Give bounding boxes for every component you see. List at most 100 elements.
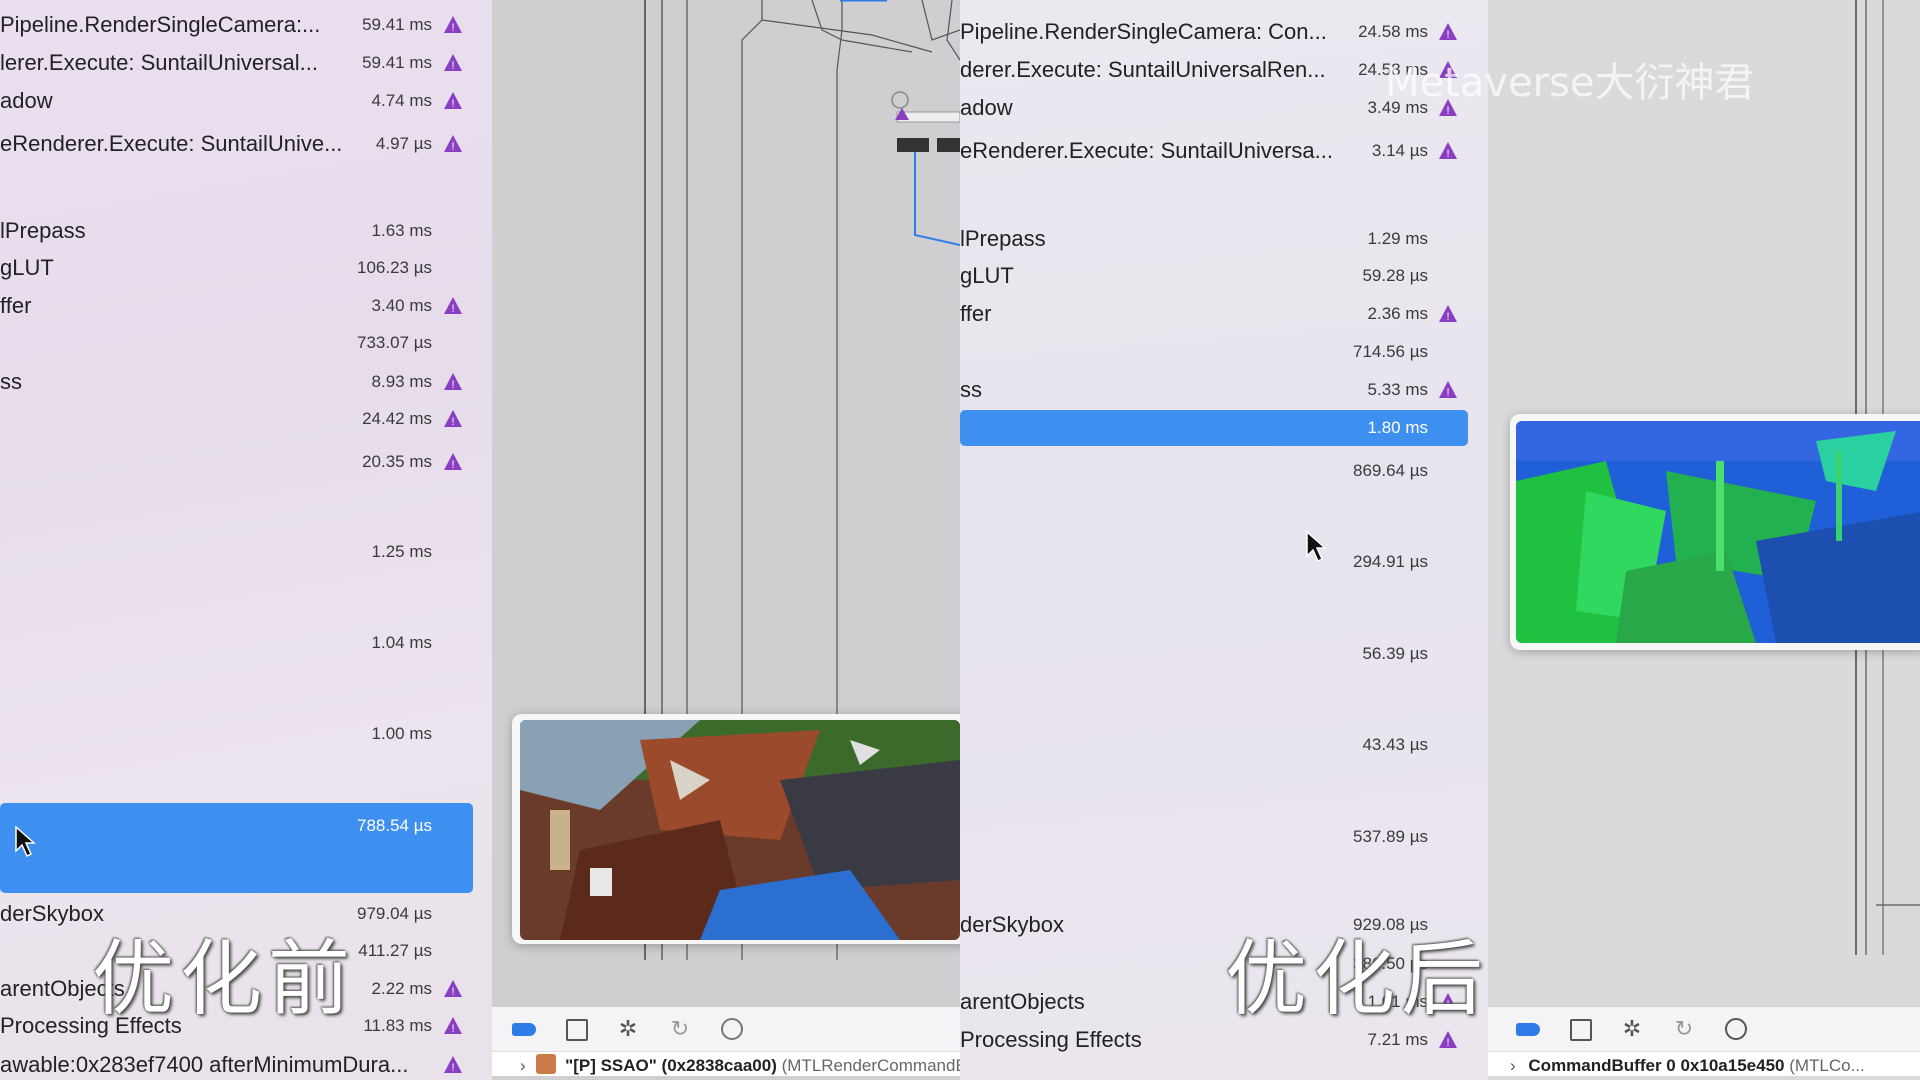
row-duration: 2.36 ms (1367, 304, 1428, 323)
row-duration: 59.41 ms (362, 15, 432, 34)
list-row[interactable]: eRenderer.Execute: SuntailUnive... 4.97 µ… (0, 129, 492, 159)
row-duration: 56.39 µs (1362, 644, 1428, 663)
row-duration: 11.83 ms (363, 1016, 432, 1035)
square-icon[interactable] (564, 1017, 588, 1041)
row-name: Pipeline.RenderSingleCamera:... (0, 12, 321, 37)
row-duration: 537.89 µs (1352, 827, 1428, 846)
command-buffer-row[interactable]: › CommandBuffer 0 0x10a15e450 (MTLCo... (1488, 1051, 1920, 1076)
list-row[interactable]: 1.00 ms (0, 719, 492, 749)
dependency-graph-canvas[interactable] (492, 0, 960, 1080)
svg-text:!: ! (451, 416, 454, 428)
list-row[interactable]: 24.42 ms! (0, 404, 492, 434)
warning-triangle-icon: ! (444, 16, 462, 34)
warning-triangle-icon: ! (444, 453, 462, 471)
list-row[interactable]: 294.91 µs (960, 547, 1488, 577)
list-row[interactable]: awable:0x283ef7400 afterMinimumDura...! (0, 1050, 492, 1080)
svg-text:!: ! (451, 141, 454, 153)
row-duration: 5.33 ms (1367, 380, 1428, 399)
square-icon[interactable] (1568, 1017, 1592, 1041)
list-row[interactable]: 788.54 µs (0, 811, 492, 841)
warning-triangle-icon: ! (444, 135, 462, 153)
list-row[interactable]: ss 5.33 ms! (960, 375, 1488, 405)
list-row[interactable]: ss 8.93 ms! (0, 367, 492, 397)
list-row[interactable]: 43.43 µs (960, 730, 1488, 760)
row-duration: 294.91 µs (1352, 552, 1428, 571)
encoder-row[interactable]: › "[P] SSAO" (0x2838caa00) (MTLRenderCom… (492, 1051, 960, 1076)
row-name: derSkybox (0, 901, 104, 926)
list-row[interactable]: 56.39 µs (960, 639, 1488, 669)
bug-icon[interactable]: ✲ (1620, 1017, 1644, 1041)
row-duration: 3.40 ms (371, 296, 432, 315)
svg-text:!: ! (451, 459, 454, 471)
list-row[interactable]: Pipeline.RenderSingleCamera: Con... 24.58… (960, 17, 1488, 47)
list-row[interactable]: lPrepass 1.63 ms (0, 216, 492, 246)
tag-icon[interactable] (512, 1017, 536, 1041)
render-target-preview-before (512, 714, 960, 944)
warning-triangle-icon: ! (1439, 305, 1457, 323)
row-name: eRenderer.Execute: SuntailUniversa... (960, 138, 1333, 163)
list-row[interactable]: adow 4.74 ms! (0, 86, 492, 116)
warning-triangle-icon: ! (1439, 381, 1457, 399)
far-dependency-canvas[interactable]: ✲ ↻ › CommandBuffer 0 0x10a15e450 (MTLCo… (1488, 0, 1920, 1080)
row-duration: 43.43 µs (1362, 735, 1428, 754)
row-name: ss (960, 377, 982, 402)
row-duration: 4.74 ms (371, 91, 432, 110)
list-row[interactable]: 714.56 µs (960, 337, 1488, 367)
svg-text:!: ! (1446, 1037, 1449, 1049)
list-row[interactable]: 1.25 ms (0, 537, 492, 567)
list-row[interactable]: 537.89 µs (960, 822, 1488, 852)
list-row[interactable]: ffer 3.40 ms! (0, 291, 492, 321)
list-row[interactable]: 733.07 µs (0, 328, 492, 358)
svg-text:!: ! (1446, 311, 1449, 323)
caption-before: 优化前 (92, 932, 357, 1027)
command-buffer-type: (MTLCo... (1789, 1056, 1865, 1075)
refresh-icon[interactable]: ↻ (1672, 1017, 1696, 1041)
svg-text:!: ! (1446, 148, 1449, 160)
list-row[interactable]: lerer.Execute: SuntailUniversal... 59.41 … (0, 48, 492, 78)
row-duration: 59.41 ms (362, 53, 432, 72)
list-row[interactable]: Pipeline.RenderSingleCamera:... 59.41 ms! (0, 10, 492, 40)
svg-text:!: ! (1446, 29, 1449, 41)
list-row[interactable]: gLUT 59.28 µs (960, 261, 1488, 291)
warning-triangle-icon: ! (444, 1056, 462, 1074)
row-duration: 8.93 ms (371, 372, 432, 391)
row-duration: 1.04 ms (371, 633, 432, 652)
row-duration: 788.54 µs (356, 816, 432, 835)
svg-text:!: ! (451, 1062, 454, 1074)
list-row[interactable]: lPrepass 1.29 ms (960, 224, 1488, 254)
row-duration: 20.35 ms (362, 452, 432, 471)
tag-icon[interactable] (1516, 1017, 1540, 1041)
list-row[interactable]: 20.35 ms! (0, 447, 492, 477)
mouse-cursor-icon (1306, 530, 1327, 563)
svg-text:!: ! (1446, 387, 1449, 399)
warning-triangle-icon: ! (1439, 1031, 1457, 1049)
row-name: gLUT (960, 263, 1014, 288)
list-row[interactable]: gLUT 106.23 µs (0, 253, 492, 283)
row-name: adow (960, 95, 1013, 120)
list-row[interactable]: 1.80 ms (960, 413, 1488, 443)
disclosure-chevron-icon[interactable]: › (520, 1056, 526, 1075)
refresh-icon[interactable]: ↻ (668, 1017, 692, 1041)
list-row[interactable]: eRenderer.Execute: SuntailUniversa... 3.1… (960, 136, 1488, 166)
list-row[interactable]: 869.64 µs (960, 456, 1488, 486)
row-duration: 3.14 µs (1371, 141, 1428, 160)
bug-icon[interactable]: ✲ (616, 1017, 640, 1041)
warning-triangle-icon: ! (1439, 142, 1457, 160)
warning-triangle-icon: ! (444, 297, 462, 315)
row-duration: 106.23 µs (356, 258, 432, 277)
row-duration: 1.25 ms (371, 542, 432, 561)
svg-text:!: ! (451, 986, 454, 998)
disclosure-chevron-icon[interactable]: › (1510, 1056, 1516, 1075)
svg-text:!: ! (451, 60, 454, 72)
row-name: ss (0, 369, 22, 394)
gauge-icon[interactable] (720, 1017, 744, 1041)
row-duration: 1.63 ms (371, 221, 432, 240)
mid-toolbar: ✲ ↻ (492, 1006, 960, 1051)
row-name: awable:0x283ef7400 afterMinimumDura... (0, 1052, 409, 1077)
row-duration: 1.80 ms (1367, 418, 1428, 437)
list-row[interactable]: ffer 2.36 ms! (960, 299, 1488, 329)
row-duration: 59.28 µs (1362, 266, 1428, 285)
gauge-icon[interactable] (1724, 1017, 1748, 1041)
row-duration: 1.00 ms (371, 724, 432, 743)
list-row[interactable]: 1.04 ms (0, 628, 492, 658)
